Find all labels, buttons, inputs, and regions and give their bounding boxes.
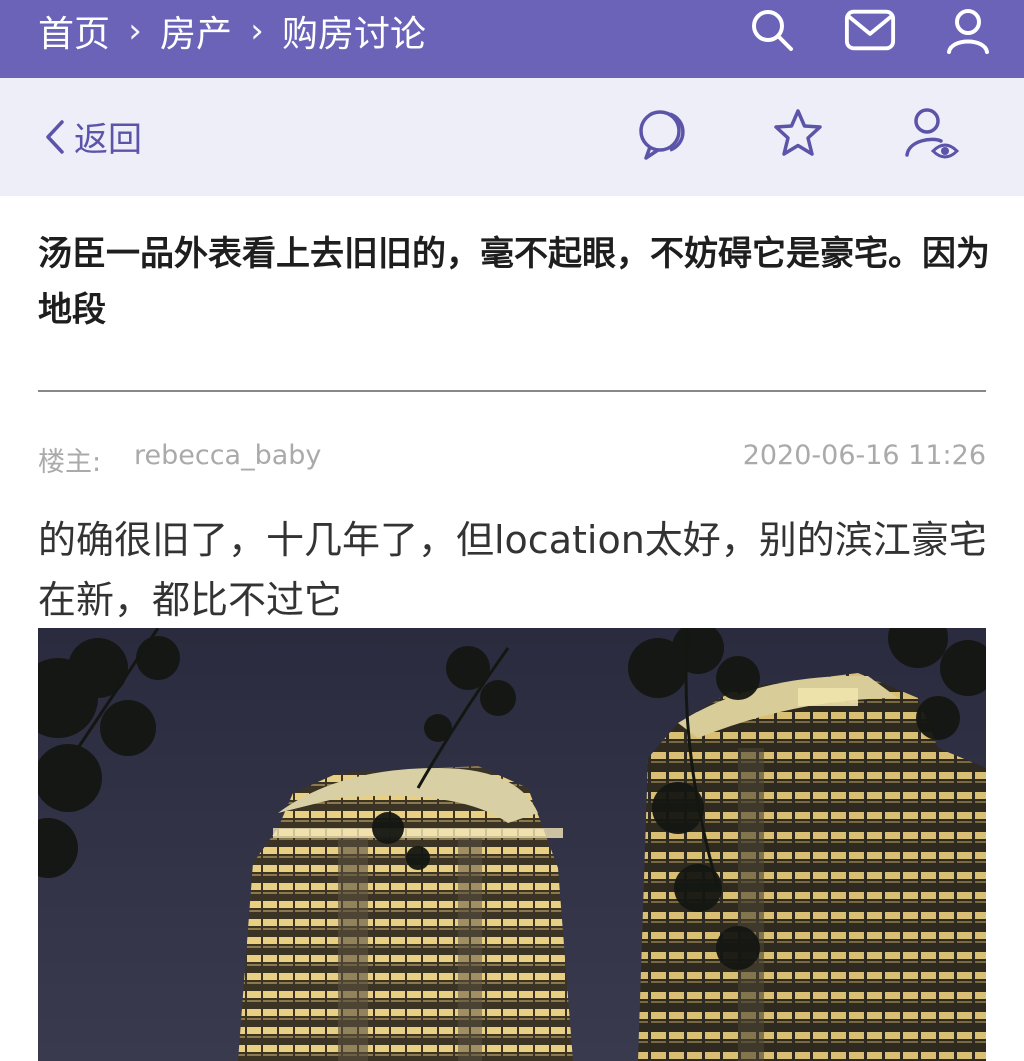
chevron-right-icon: ›	[250, 11, 264, 51]
chevron-right-icon: ›	[128, 11, 142, 51]
user-icon[interactable]	[942, 4, 994, 56]
action-bar: 返回	[0, 78, 1024, 196]
star-icon[interactable]	[768, 104, 828, 164]
comment-icon[interactable]	[634, 104, 694, 164]
breadcrumb: 首页 › 房产 › 购房讨论	[38, 0, 426, 62]
user-watch-icon[interactable]	[902, 104, 962, 164]
chevron-left-icon	[46, 119, 64, 154]
mail-icon[interactable]	[844, 4, 896, 56]
breadcrumb-housing-discussion[interactable]: 购房讨论	[282, 5, 426, 57]
post-photo[interactable]	[38, 628, 986, 1061]
breadcrumb-realestate[interactable]: 房产	[160, 5, 232, 57]
breadcrumb-home[interactable]: 首页	[38, 5, 110, 57]
night-buildings-image	[38, 628, 986, 1061]
back-label: 返回	[74, 120, 142, 160]
post-body: 的确很旧了，十几年了，但location太好，别的滨江豪宅在新，都比不过它	[38, 518, 987, 622]
divider	[38, 390, 986, 392]
top-bar: 首页 › 房产 › 购房讨论	[0, 0, 1024, 78]
search-icon[interactable]	[746, 4, 798, 56]
post-timestamp: 2020-06-16 11:26	[742, 440, 986, 471]
post-title: 汤臣一品外表看上去旧旧的，毫不起眼，不妨碍它是豪宅。因为地段	[38, 234, 990, 330]
author-name[interactable]: rebecca_baby	[134, 440, 321, 471]
back-button[interactable]: 返回	[44, 112, 142, 161]
post-meta: 楼主: rebecca_baby 2020-06-16 11:26	[38, 440, 986, 478]
author-label: 楼主:	[38, 447, 102, 478]
